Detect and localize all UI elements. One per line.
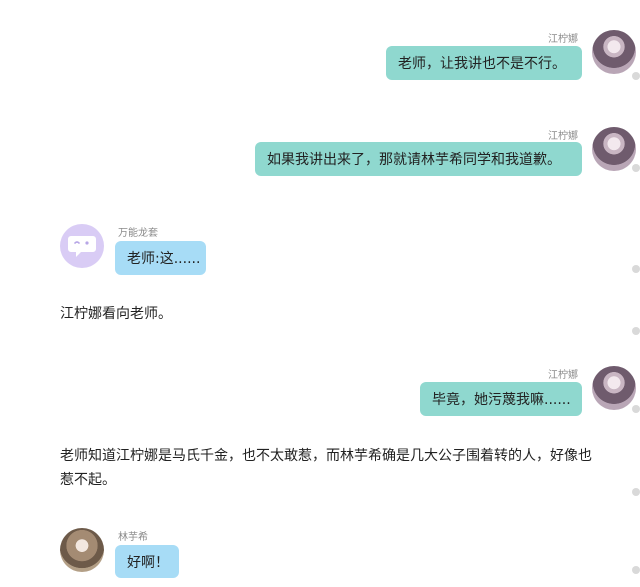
message-bubble[interactable]: 如果我讲出来了，那就请林芋希同学和我道歉。 <box>255 142 582 176</box>
scroll-marker <box>632 164 640 172</box>
chat-bubble-face-icon <box>68 236 96 257</box>
narration-text: 老师知道江柠娜是马氏千金，也不太敢惹，而林芋希确是几大公子围着转的人，好像也 惹… <box>60 444 620 492</box>
scroll-marker <box>632 327 640 335</box>
message-bubble[interactable]: 好啊！ <box>115 545 179 578</box>
sender-name: 江柠娜 <box>548 34 578 45</box>
narration-text: 江柠娜看向老师。 <box>60 306 172 322</box>
sender-name: 林芋希 <box>118 532 148 543</box>
sender-name: 江柠娜 <box>548 131 578 142</box>
avatar[interactable] <box>592 366 636 410</box>
avatar[interactable] <box>592 127 636 171</box>
scroll-marker <box>632 72 640 80</box>
chat-view: 江柠娜 老师，让我讲也不是不行。 江柠娜 如果我讲出来了，那就请林芋希同学和我道… <box>0 0 640 587</box>
avatar[interactable] <box>592 30 636 74</box>
message-bubble[interactable]: 老师，让我讲也不是不行。 <box>386 46 582 80</box>
scroll-marker <box>632 488 640 496</box>
scroll-marker <box>632 405 640 413</box>
narration-line: 老师知道江柠娜是马氏千金，也不太敢惹，而林芋希确是几大公子围着转的人，好像也 <box>60 448 592 464</box>
message-bubble[interactable]: 毕竟，她污蔑我嘛...... <box>420 382 582 416</box>
avatar[interactable] <box>60 224 104 268</box>
narration-line: 惹不起。 <box>60 472 116 488</box>
avatar[interactable] <box>60 528 104 572</box>
sender-name: 万能龙套 <box>118 228 158 239</box>
scroll-marker <box>632 566 640 574</box>
scroll-marker <box>632 265 640 273</box>
message-bubble[interactable]: 老师:这...... <box>115 241 206 275</box>
sender-name: 江柠娜 <box>548 370 578 381</box>
